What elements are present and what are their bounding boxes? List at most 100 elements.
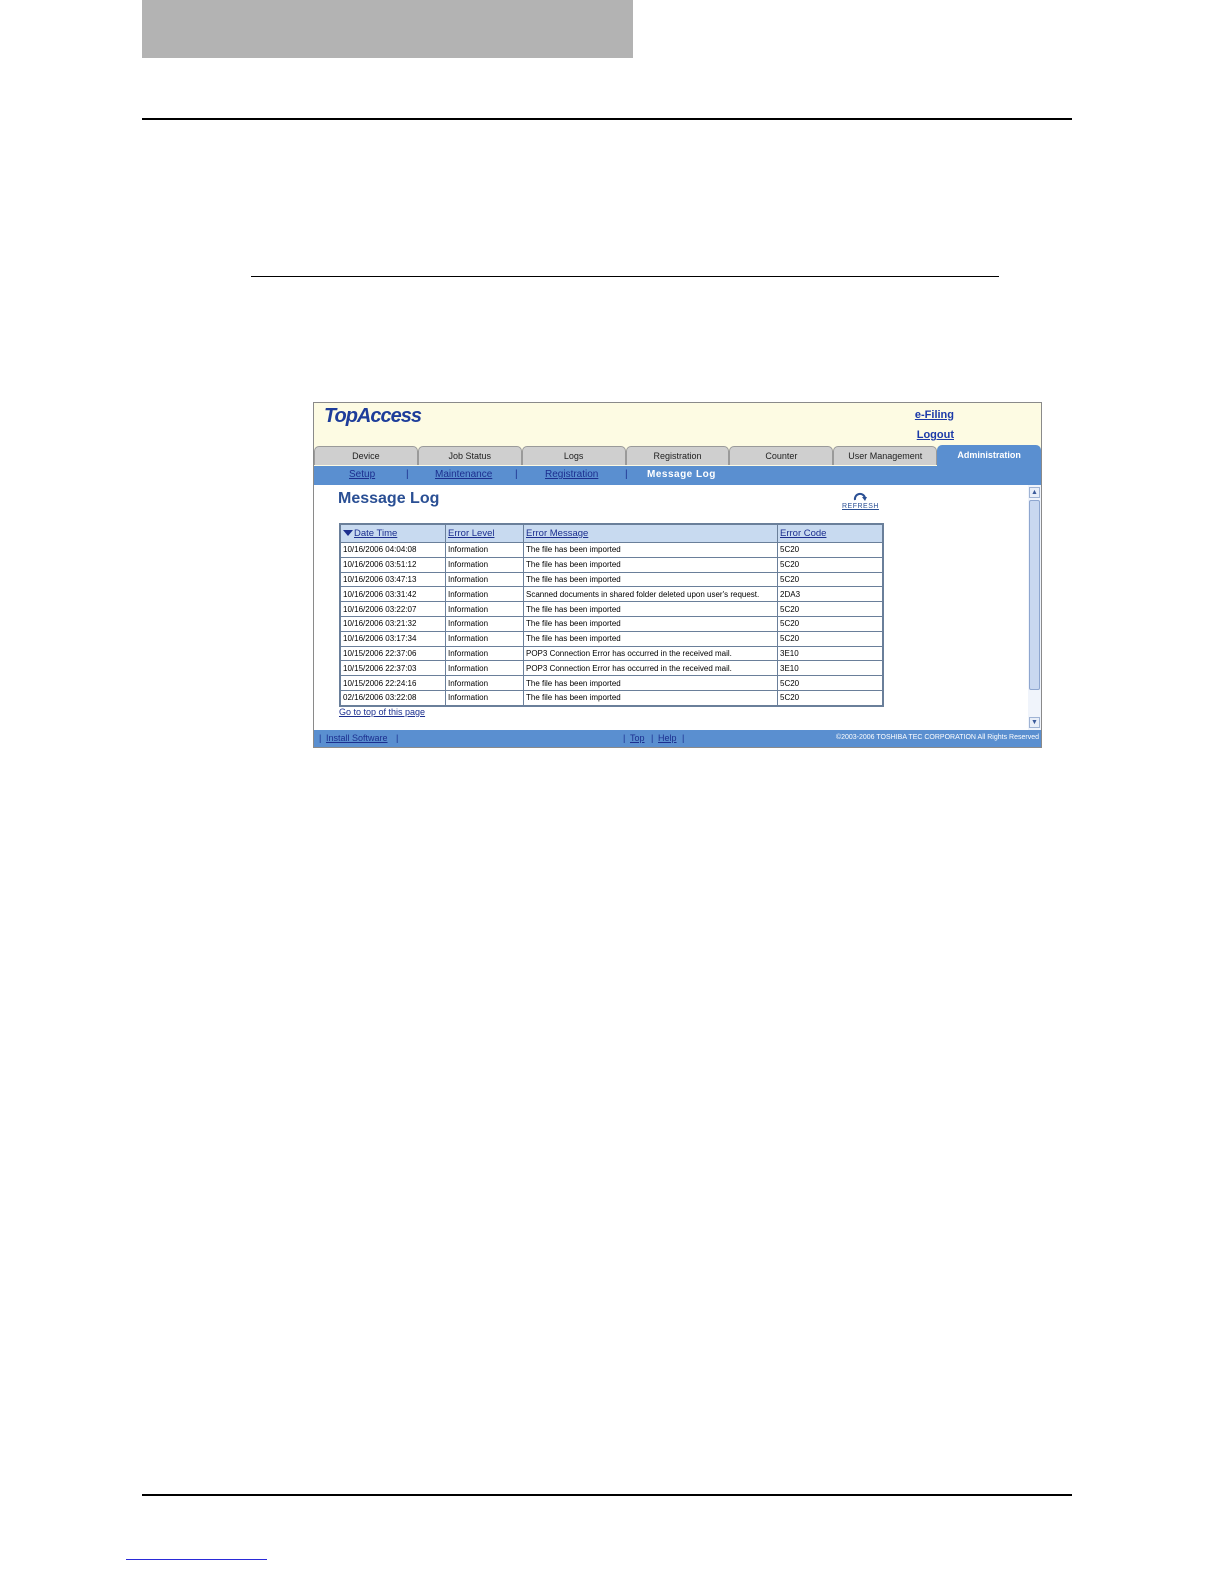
- cell-error-code: 5C20: [777, 630, 884, 647]
- header-date-time[interactable]: Date Time: [339, 523, 446, 543]
- footer-separator: |: [651, 733, 654, 743]
- table-row: 02/16/2006 03:22:08 Information The file h…: [339, 689, 884, 707]
- cell-error-code: 3E10: [777, 645, 884, 662]
- refresh-icon: [853, 492, 867, 501]
- header-error-level-link[interactable]: Error Level: [448, 528, 494, 539]
- footer-help-link[interactable]: Help: [658, 733, 677, 743]
- tab-administration[interactable]: Administration: [937, 445, 1041, 466]
- cell-error-level: Information: [445, 630, 524, 647]
- tab-device[interactable]: Device: [314, 446, 418, 465]
- cell-date-time: 10/16/2006 03:17:34: [339, 630, 446, 647]
- cell-error-level: Information: [445, 586, 524, 603]
- cell-error-code: 5C20: [777, 601, 884, 617]
- go-to-top-link[interactable]: Go to top of this page: [339, 707, 425, 717]
- cell-error-level: Information: [445, 645, 524, 662]
- logout-link[interactable]: Logout: [917, 429, 954, 441]
- tab-job-status[interactable]: Job Status: [417, 446, 522, 465]
- cell-error-code: 5C20: [777, 556, 884, 573]
- cell-error-code: 3E10: [777, 660, 884, 677]
- copyright-text: ©2003-2006 TOSHIBA TEC CORPORATION All R…: [835, 734, 1039, 741]
- install-software-link[interactable]: Install Software: [326, 733, 388, 743]
- cell-error-code: 5C20: [777, 542, 884, 558]
- tab-logs[interactable]: Logs: [521, 446, 626, 465]
- cell-error-message: The file has been imported: [523, 571, 778, 588]
- cell-error-level: Information: [445, 689, 524, 707]
- cell-error-message: The file has been imported: [523, 675, 778, 691]
- cell-date-time: 02/16/2006 03:22:08: [339, 689, 446, 707]
- table-row: 10/16/2006 03:47:13 Information The file h…: [339, 571, 884, 588]
- subnav-registration[interactable]: Registration: [545, 469, 598, 480]
- table-row: 10/16/2006 03:31:42 Information Scanned do…: [339, 586, 884, 603]
- cell-date-time: 10/16/2006 03:47:13: [339, 571, 446, 588]
- cell-error-message: Scanned documents in shared folder delet…: [523, 586, 778, 603]
- footer-separator: |: [623, 733, 626, 743]
- header-rule: [142, 118, 1072, 120]
- cell-error-message: The file has been imported: [523, 542, 778, 558]
- vertical-scrollbar[interactable]: ▲ ▼: [1028, 485, 1041, 730]
- subnav-maintenance[interactable]: Maintenance: [435, 469, 492, 480]
- header-error-message-link[interactable]: Error Message: [526, 528, 588, 539]
- table-row: 10/16/2006 03:17:34 Information The file h…: [339, 630, 884, 647]
- tab-user-management[interactable]: User Management: [833, 446, 938, 465]
- topaccess-window: TopAccess e-Filing Logout Device Job Sta…: [313, 402, 1042, 748]
- cell-error-code: 5C20: [777, 689, 884, 707]
- subnav-setup[interactable]: Setup: [349, 469, 375, 480]
- cell-error-message: POP3 Connection Error has occurred in th…: [523, 645, 778, 662]
- footer-link-underline: [126, 1559, 267, 1560]
- page-title: Message Log: [338, 490, 440, 507]
- table-row: 10/16/2006 03:21:32 Information The file h…: [339, 615, 884, 632]
- cell-date-time: 10/16/2006 03:31:42: [339, 586, 446, 603]
- cell-error-level: Information: [445, 571, 524, 588]
- cell-date-time: 10/16/2006 03:51:12: [339, 556, 446, 573]
- cell-error-message: The file has been imported: [523, 630, 778, 647]
- table-row: 10/15/2006 22:24:16 Information The file h…: [339, 675, 884, 691]
- efiling-link[interactable]: e-Filing: [915, 409, 954, 421]
- table-header-row: Date Time Error Level Error Message Erro…: [339, 523, 884, 543]
- footer-rule: [142, 1494, 1072, 1496]
- topaccess-header: TopAccess e-Filing Logout: [314, 403, 1041, 445]
- scroll-up-icon[interactable]: ▲: [1029, 487, 1040, 498]
- cell-error-code: 5C20: [777, 615, 884, 632]
- cell-date-time: 10/16/2006 03:21:32: [339, 615, 446, 632]
- cell-error-code: 5C20: [777, 675, 884, 691]
- header-error-code[interactable]: Error Code: [777, 523, 884, 543]
- cell-error-level: Information: [445, 615, 524, 632]
- header-error-message[interactable]: Error Message: [523, 523, 778, 543]
- cell-error-message: The file has been imported: [523, 615, 778, 632]
- cell-error-message: The file has been imported: [523, 601, 778, 617]
- message-log-table: Date Time Error Level Error Message Erro…: [339, 523, 884, 707]
- refresh-label: REFRESH: [842, 503, 879, 510]
- cell-error-level: Information: [445, 660, 524, 677]
- sort-descending-icon: [343, 530, 353, 537]
- table-row: 10/16/2006 03:51:12 Information The file h…: [339, 556, 884, 573]
- cell-error-code: 2DA3: [777, 586, 884, 603]
- cell-error-level: Information: [445, 542, 524, 558]
- cell-date-time: 10/15/2006 22:37:03: [339, 660, 446, 677]
- subnav-separator: |: [406, 469, 409, 480]
- tab-counter[interactable]: Counter: [729, 446, 834, 465]
- scrollbar-thumb[interactable]: [1029, 500, 1040, 690]
- subnav-message-log: Message Log: [647, 469, 716, 480]
- cell-error-code: 5C20: [777, 571, 884, 588]
- topaccess-footer: | Install Software | | Top | Help | ©200…: [314, 730, 1041, 747]
- content-area: Message Log REFRESH Date Time Error Leve…: [314, 485, 1028, 730]
- refresh-button[interactable]: REFRESH: [842, 491, 878, 513]
- cell-error-level: Information: [445, 556, 524, 573]
- header-error-level[interactable]: Error Level: [445, 523, 524, 543]
- subnav-separator: |: [515, 469, 518, 480]
- tab-registration[interactable]: Registration: [625, 446, 730, 465]
- cell-date-time: 10/15/2006 22:24:16: [339, 675, 446, 691]
- cell-error-message: The file has been imported: [523, 556, 778, 573]
- cell-date-time: 10/16/2006 04:04:08: [339, 542, 446, 558]
- cell-date-time: 10/15/2006 22:37:06: [339, 645, 446, 662]
- footer-separator: |: [319, 733, 322, 743]
- header-date-time-link[interactable]: Date Time: [354, 528, 397, 539]
- table-row: 10/15/2006 22:37:06 Information POP3 Conne…: [339, 645, 884, 662]
- document-header-box: [142, 0, 633, 58]
- header-error-code-link[interactable]: Error Code: [780, 528, 826, 539]
- footer-top-link[interactable]: Top: [630, 733, 645, 743]
- table-row: 10/15/2006 22:37:03 Information POP3 Conne…: [339, 660, 884, 677]
- main-tabs: Device Job Status Logs Registration Coun…: [314, 445, 1041, 466]
- sub-navigation: Setup | Maintenance | Registration | Mes…: [314, 466, 1041, 485]
- scroll-down-icon[interactable]: ▼: [1029, 717, 1040, 728]
